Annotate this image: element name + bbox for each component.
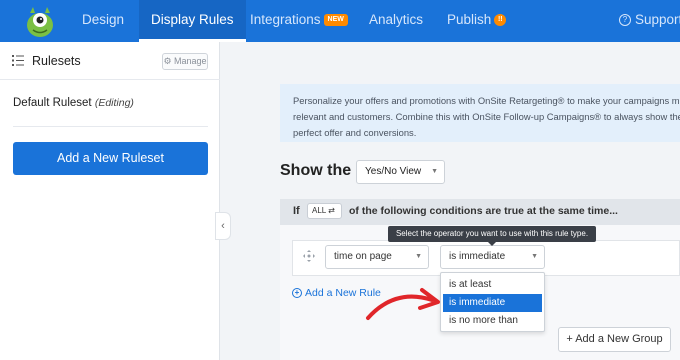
publish-alert-badge: !!	[494, 14, 507, 27]
operator-option-at-least[interactable]: is at least	[443, 276, 542, 294]
nav-design[interactable]: Design	[82, 0, 124, 42]
show-the-label: Show the	[280, 162, 352, 179]
tooltip-arrow	[488, 242, 496, 246]
if-label: If	[293, 205, 300, 217]
annotation-arrow-icon	[366, 288, 440, 320]
rule-operator-value: is immediate	[449, 251, 506, 262]
operator-tooltip: Select the operator you want to use with…	[388, 226, 596, 242]
all-label: ALL	[312, 206, 326, 215]
nav-integrations[interactable]: Integrations NEW	[250, 0, 348, 42]
condition-group-header: If ALL ⇄ of the following conditions are…	[280, 199, 680, 225]
caret-down-icon: ▼	[431, 168, 438, 175]
nav-support-label: Support	[635, 12, 680, 27]
collapse-sidebar-chevron-icon[interactable]: ‹	[215, 212, 231, 240]
operator-option-no-more-than[interactable]: is no more than	[443, 312, 542, 330]
rule-field-select[interactable]: time on page ▼	[325, 245, 429, 269]
rulesets-sidebar: Rulesets ⚙ Manage Default Ruleset (Editi…	[0, 42, 220, 360]
swap-icon: ⇄	[328, 206, 335, 215]
plus-circle-icon: +	[292, 288, 302, 299]
caret-down-icon: ▼	[531, 253, 538, 260]
nav-integrations-label: Integrations	[250, 12, 321, 27]
gear-icon: ⚙	[163, 56, 172, 66]
ruleset-item-default[interactable]: Default Ruleset (Editing)	[13, 97, 134, 109]
condition-text: of the following conditions are true at …	[349, 205, 618, 217]
match-all-toggle[interactable]: ALL ⇄	[307, 203, 342, 219]
caret-down-icon: ▼	[415, 253, 422, 260]
rule-field-value: time on page	[334, 251, 392, 262]
add-ruleset-button[interactable]: Add a New Ruleset	[13, 142, 208, 175]
new-badge: NEW	[323, 14, 348, 27]
top-navigation: Design Display Rules Integrations NEW Ana…	[0, 0, 680, 42]
view-select-value: Yes/No View	[365, 166, 422, 177]
divider	[13, 126, 208, 127]
ruleset-editing-state: (Editing)	[94, 97, 134, 109]
nav-display-rules[interactable]: Display Rules	[139, 0, 246, 42]
optinmonster-logo[interactable]	[20, 1, 60, 41]
operator-option-immediate[interactable]: is immediate	[443, 294, 542, 312]
nav-support[interactable]: ? Support	[619, 0, 680, 42]
ruleset-label: Default Ruleset	[13, 97, 92, 109]
info-banner: Personalize your offers and promotions w…	[280, 84, 680, 142]
add-group-button[interactable]: + Add a New Group	[558, 327, 671, 352]
nav-publish[interactable]: Publish!!	[447, 0, 507, 42]
list-icon	[12, 55, 24, 66]
rule-operator-select[interactable]: is immediate ▼	[440, 245, 545, 269]
info-text: Personalize your offers and promotions w…	[293, 95, 680, 138]
sidebar-header: Rulesets ⚙ Manage	[0, 42, 220, 80]
drag-move-icon[interactable]	[302, 249, 316, 263]
view-select[interactable]: Yes/No View ▼	[356, 160, 445, 184]
manage-button[interactable]: ⚙ Manage	[162, 53, 208, 70]
operator-dropdown: is at least is immediate is no more than	[440, 272, 545, 332]
nav-analytics[interactable]: Analytics	[369, 0, 423, 42]
nav-publish-label: Publish	[447, 12, 492, 27]
sidebar-title: Rulesets	[32, 54, 81, 68]
manage-label: Manage	[174, 56, 207, 66]
question-circle-icon: ?	[619, 14, 631, 27]
